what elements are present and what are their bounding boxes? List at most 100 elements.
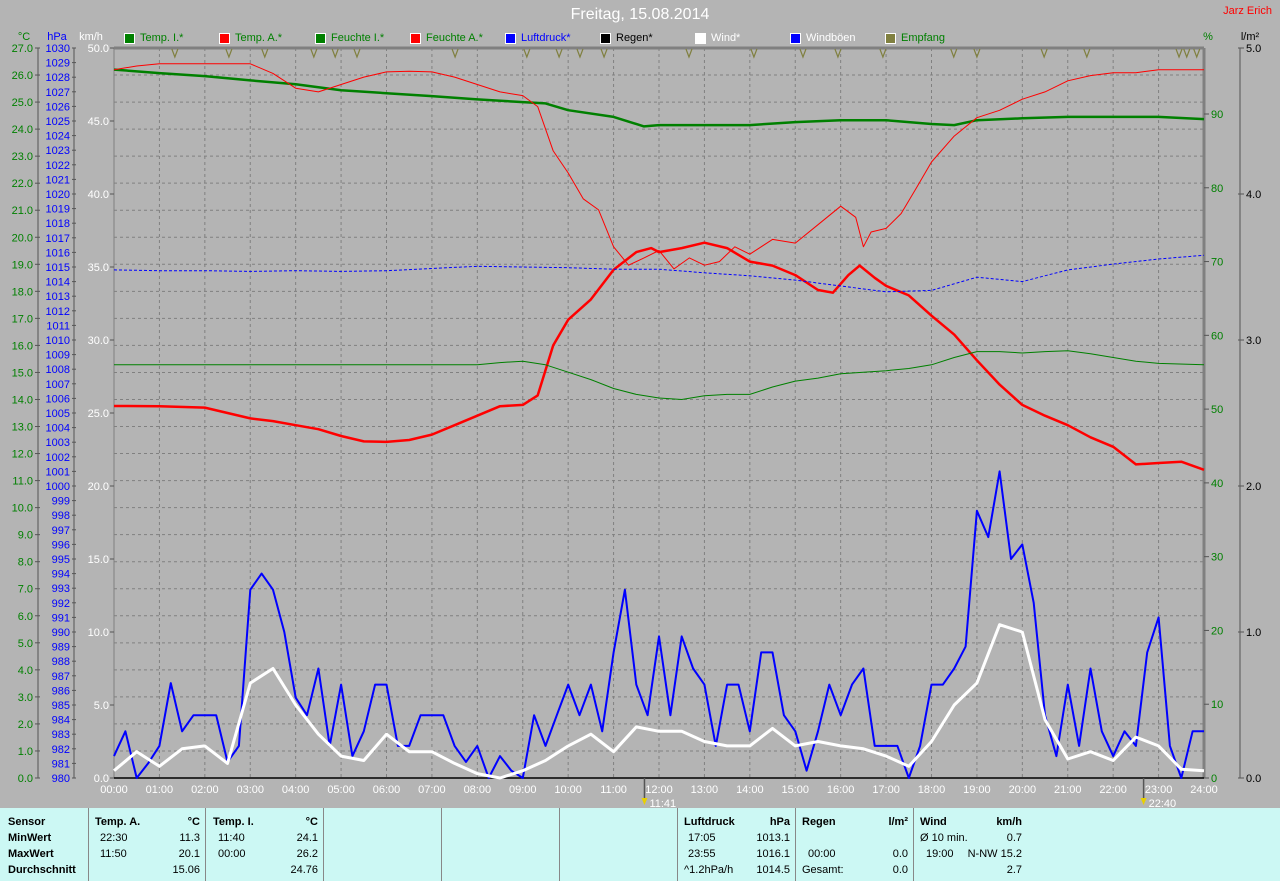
tick-label-time: 01:00 [146,784,174,796]
tick-label-pressure: 1030 [46,43,70,55]
tick-label-temp: 14.0 [12,394,33,406]
tick-label-pressure: 1029 [46,58,70,70]
empfang-dip [310,48,318,59]
rain-time: 00:00 [808,848,836,860]
tick-label-speed: 10.0 [88,627,109,639]
tick-label-time: 23:00 [1145,784,1173,796]
tick-label-temp: 0.0 [18,773,33,785]
tick-label-temp: 21.0 [12,205,33,217]
tick-label-pressure: 999 [52,496,70,508]
tick-label-time: 14:00 [736,784,764,796]
tick-label-pressure: 1008 [46,364,70,376]
tick-label-pressure: 1018 [46,218,70,230]
tick-label-time: 04:00 [282,784,310,796]
tick-label-rain: 0.0 [1246,773,1261,785]
tick-label-pressure: 985 [52,700,70,712]
tick-label-pressure: 1007 [46,379,70,391]
table-header-pressure: Luftdruck [684,816,735,828]
tick-label-pressure: 998 [52,510,70,522]
tick-label-temp: 2.0 [18,719,33,731]
tick-label-humidity: 60 [1211,330,1223,342]
empfang-dip [1183,48,1191,59]
temp-i-max-value: 26.2 [296,848,318,860]
tick-label-temp: 23.0 [12,151,33,163]
table-header-temp-i: Temp. I. [213,816,254,828]
tick-label-temp: 20.0 [12,232,33,244]
row-label-avg: Durchschnitt [8,864,76,876]
tick-label-pressure: 1014 [46,277,70,289]
tick-label-pressure: 1012 [46,306,70,318]
tick-label-time: 22:00 [1099,784,1127,796]
tick-label-humidity: 90 [1211,109,1223,121]
tick-label-time: 00:00 [100,784,128,796]
tick-label-speed: 45.0 [88,116,109,128]
tick-label-pressure: 993 [52,583,70,595]
tick-label-temp: 4.0 [18,665,33,677]
tick-label-rain: 2.0 [1246,481,1261,493]
empfang-dip [331,48,339,59]
rain-total-value: 0.0 [892,864,908,876]
tick-label-pressure: 1002 [46,452,70,464]
tick-label-pressure: 1015 [46,262,70,274]
tick-label-time: 02:00 [191,784,219,796]
weather-chart: °C hPa km/h% l/m² 0.0 1.0 2.0 3.0 4.0 5.0 6.0 7.0 8.… [12,31,1262,808]
tick-label-pressure: 991 [52,612,70,624]
empfang-dip [834,48,842,59]
table-header-temp-a: Temp. A. [95,816,141,828]
tick-label-temp: 9.0 [18,530,33,542]
tick-label-pressure: 1011 [46,320,70,332]
tick-label-pressure: 1013 [46,291,70,303]
temp-a-min-value: 11.3 [179,832,200,844]
empfang-dip [451,48,459,59]
empfang-dip [555,48,563,59]
tick-label-time: 07:00 [418,784,446,796]
empfang-dip [353,48,361,59]
tick-label-time: 16:00 [827,784,855,796]
tick-label-pressure: 992 [52,598,70,610]
empfang-dip [799,48,807,59]
tick-label-time: 05:00 [327,784,355,796]
tick-label-time: 13:00 [691,784,719,796]
marker-icon [641,798,648,805]
tick-label-pressure: 987 [52,671,70,683]
tick-label-pressure: 997 [52,525,70,537]
axis-unit-rain: l/m² [1241,31,1260,43]
table-header-wind: Wind [920,816,947,828]
tick-label-speed: 50.0 [88,43,109,55]
tick-label-humidity: 40 [1211,478,1223,490]
empfang-dip [1193,48,1201,59]
rain-value: 0.0 [892,848,908,860]
wind-max-time: 19:00 [926,848,954,860]
unit-wind: km/h [996,816,1022,828]
tick-label-time: 08:00 [464,784,492,796]
tick-label-temp: 13.0 [12,422,33,434]
tick-label-pressure: 984 [52,715,70,727]
tick-label-time: 03:00 [236,784,264,796]
tick-label-pressure: 982 [52,744,70,756]
tick-label-temp: 6.0 [18,611,33,623]
empfang-dip [685,48,693,59]
temp-a-min-time: 22:30 [100,832,128,844]
marker-label: 11:41 [649,798,676,808]
tick-label-temp: 12.0 [12,449,33,461]
tick-label-temp: 16.0 [12,340,33,352]
tick-label-pressure: 1009 [46,350,70,362]
tick-label-pressure: 1022 [46,160,70,172]
row-label-max: MaxWert [8,848,54,860]
tick-label-pressure: 1001 [46,466,70,478]
tick-label-humidity: 70 [1211,257,1223,269]
tick-label-rain: 3.0 [1246,335,1261,347]
unit-pressure: hPa [769,816,790,828]
tick-label-time: 11:00 [600,784,627,796]
marker-label: 22:40 [1149,798,1177,808]
temp-i-max-time: 00:00 [218,848,246,860]
tick-label-temp: 24.0 [12,124,33,136]
unit-temp-i: °C [305,816,318,828]
tick-label-pressure: 1023 [46,145,70,157]
tick-label-pressure: 1021 [46,174,70,186]
tick-label-humidity: 10 [1211,699,1223,711]
stats-table: Sensor MinWert MaxWert Durchschnitt Temp… [0,808,1280,881]
tick-label-temp: 25.0 [12,97,33,109]
tick-label-temp: 10.0 [12,503,33,515]
wind-max-value: N-NW 15.2 [967,848,1022,860]
